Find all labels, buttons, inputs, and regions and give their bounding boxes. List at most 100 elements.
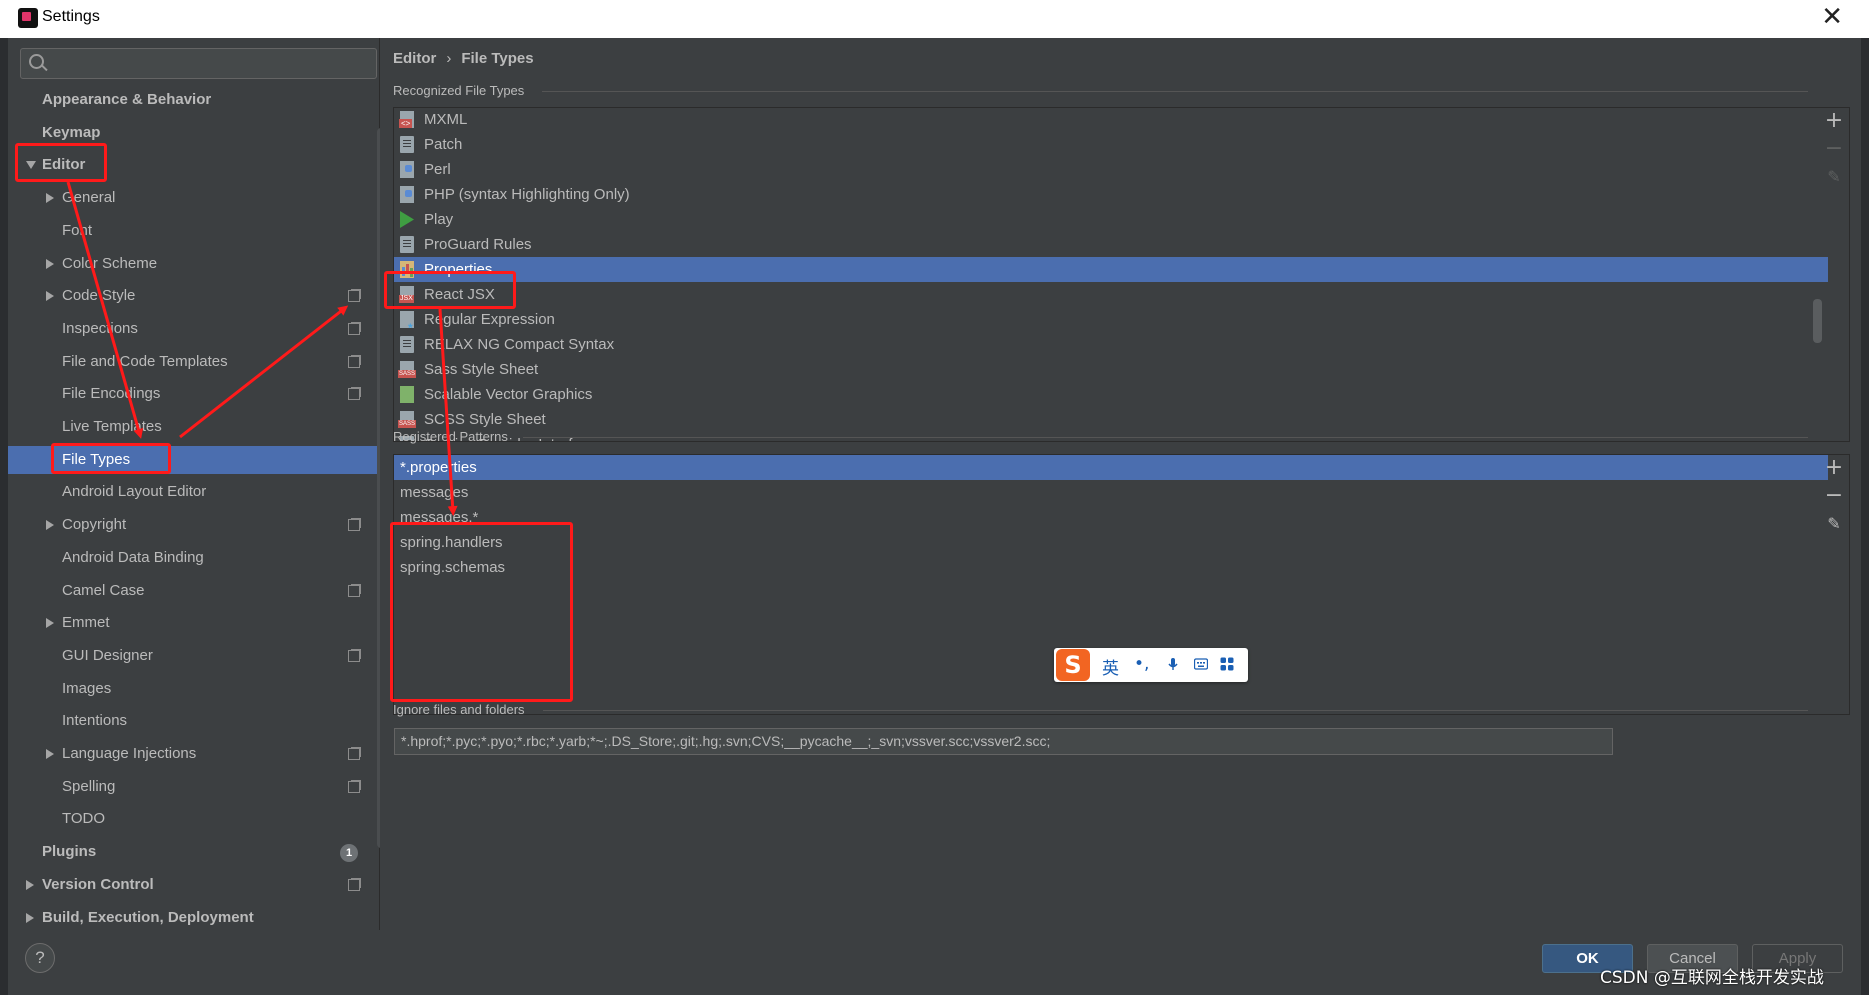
sidebar-item-label: Live Templates <box>62 418 162 435</box>
add-pattern-button[interactable]: + <box>1819 455 1849 481</box>
sidebar-item-inspections[interactable]: Inspections <box>8 315 379 343</box>
file-type-row[interactable]: PHP (syntax Highlighting Only) <box>394 182 1828 207</box>
chevron-right-icon[interactable] <box>46 618 54 629</box>
sidebar-item-images[interactable]: Images <box>8 675 379 703</box>
file-type-row[interactable]: ProGuard Rules <box>394 232 1828 257</box>
sidebar-item-font[interactable]: Font <box>8 217 379 245</box>
annotation-box-patterns <box>390 522 573 702</box>
sidebar-item-version-control[interactable]: Version Control <box>8 871 379 899</box>
file-type-label: PHP (syntax Highlighting Only) <box>424 186 630 203</box>
project-scope-icon <box>348 322 360 335</box>
pattern-label: messages <box>400 484 469 501</box>
chevron-right-icon[interactable] <box>46 749 54 759</box>
sidebar-item-plugins[interactable]: Plugins 1 <box>8 838 379 866</box>
xml-file-icon <box>399 111 414 128</box>
sidebar-item-camel-case[interactable]: Camel Case <box>8 577 379 605</box>
ime-language-toggle[interactable]: 英 <box>1102 654 1119 679</box>
sidebar-item-general[interactable]: General <box>8 184 379 212</box>
chevron-right-icon[interactable] <box>46 258 54 269</box>
project-scope-icon <box>348 355 360 368</box>
sidebar-item-live-templates[interactable]: Live Templates <box>8 413 379 441</box>
sidebar-item-intentions[interactable]: Intentions <box>8 707 379 735</box>
file-type-row[interactable]: React JSX <box>394 282 1828 307</box>
sidebar-item-file-encodings[interactable]: File Encodings <box>8 380 379 408</box>
file-type-row[interactable]: Patch <box>394 132 1828 157</box>
file-type-row[interactable]: Regular Expression <box>394 307 1828 341</box>
file-type-row[interactable]: Perl <box>394 157 1828 182</box>
chevron-right-icon[interactable] <box>46 520 54 531</box>
project-scope-icon <box>348 519 360 532</box>
chevron-right-icon[interactable] <box>26 879 34 890</box>
recognized-file-types-list[interactable]: MXML Patch Perl PHP (syntax Highlighting On… <box>394 108 1828 441</box>
file-type-row[interactable]: Play <box>394 207 1828 232</box>
sidebar-item-label: Android Data Binding <box>62 548 204 566</box>
dialog-footer: OK Cancel Apply <box>8 930 1861 995</box>
title-bar: Settings ✕ <box>0 0 1869 38</box>
sidebar-item-label: TODO <box>62 810 106 828</box>
keyboard-icon[interactable] <box>1194 657 1208 671</box>
sidebar-item-spelling[interactable]: Spelling <box>8 773 379 801</box>
sidebar-item-label: Camel Case <box>62 581 145 599</box>
project-scope-icon <box>348 878 360 891</box>
edit-file-type-button[interactable]: ✎ <box>1819 164 1849 190</box>
ime-punctuation-toggle[interactable]: •, <box>1134 654 1149 674</box>
sidebar-item-color-scheme[interactable]: Color Scheme <box>8 250 379 278</box>
file-type-row[interactable]: Properties <box>394 257 1828 282</box>
chevron-right-icon[interactable] <box>46 291 54 302</box>
toolbox-grid-icon[interactable] <box>1220 657 1234 671</box>
doc-file-icon <box>400 336 414 353</box>
breadcrumb-parent[interactable]: Editor <box>393 50 436 67</box>
plugins-update-badge: 1 <box>340 844 358 863</box>
file-type-row[interactable]: Sass Style Sheet <box>394 357 1828 382</box>
recognized-scrollbar[interactable] <box>1813 299 1822 343</box>
close-icon[interactable]: ✕ <box>1821 2 1843 32</box>
pattern-row[interactable]: spring.schemas <box>394 555 1828 580</box>
remove-file-type-button[interactable]: − <box>1819 136 1849 162</box>
sidebar-item-android-data-binding[interactable]: Android Data Binding <box>8 544 379 572</box>
file-type-label: Sass Style Sheet <box>424 361 539 378</box>
annotation-box-file-types <box>51 443 171 474</box>
sidebar-item-todo[interactable]: TODO <box>8 805 379 833</box>
sogou-logo-icon[interactable]: S <box>1056 649 1090 681</box>
file-type-row[interactable]: MXML <box>394 108 1828 132</box>
sidebar-item-android-layout-editor[interactable]: Android Layout Editor <box>8 478 379 506</box>
search-input[interactable] <box>20 48 377 79</box>
chevron-right-icon[interactable] <box>46 193 54 204</box>
registered-patterns-title: Registered Patterns <box>393 429 508 444</box>
file-type-label: MXML <box>424 111 468 128</box>
help-button[interactable]: ? <box>25 943 55 973</box>
chevron-right-icon[interactable] <box>26 912 34 923</box>
file-type-row[interactable]: Scalable Vector Graphics <box>394 382 1828 407</box>
pattern-row[interactable]: spring.handlers <box>394 530 1828 555</box>
pattern-row[interactable]: messages <box>394 480 1828 505</box>
sidebar-item-build-execution-deployment[interactable]: Build, Execution, Deployment <box>8 904 379 932</box>
ime-toolbar[interactable]: S 英 •, <box>1054 648 1248 682</box>
pattern-row[interactable]: messages.* <box>394 505 1828 530</box>
sidebar-item-emmet[interactable]: Emmet <box>8 609 379 637</box>
ignore-files-input[interactable]: *.hprof;*.pyc;*.pyo;*.rbc;*.yarb;*~;.DS_… <box>394 728 1613 755</box>
sidebar-item-copyright[interactable]: Copyright <box>8 511 379 539</box>
sidebar-item-label: Android Layout Editor <box>62 483 207 501</box>
annotation-box-editor <box>15 143 107 182</box>
remove-pattern-button[interactable]: − <box>1819 483 1849 509</box>
sidebar-item-code-style[interactable]: Code Style <box>8 282 379 310</box>
file-type-row[interactable]: SCSS Style Sheet <box>394 407 1828 432</box>
regex-file-icon <box>400 311 414 341</box>
sidebar-item-label: Version Control <box>42 875 154 893</box>
sidebar-item-file-and-code-templates[interactable]: File and Code Templates <box>8 348 379 376</box>
sidebar-item-label: Copyright <box>62 516 127 534</box>
microphone-icon[interactable] <box>1166 657 1180 671</box>
file-type-row[interactable]: RELAX NG Compact Syntax <box>394 332 1828 357</box>
patterns-divider <box>523 437 1808 438</box>
svg-file-icon <box>400 386 414 403</box>
sidebar-item-appearance-behavior[interactable]: Appearance & Behavior <box>8 86 379 114</box>
sidebar-item-gui-designer[interactable]: GUI Designer <box>8 642 379 670</box>
sidebar-item-label: Font <box>62 221 93 239</box>
add-file-type-button[interactable]: + <box>1819 108 1849 134</box>
project-scope-icon <box>348 748 360 760</box>
annotation-box-properties <box>384 271 516 309</box>
pattern-row[interactable]: *.properties <box>394 455 1828 480</box>
sidebar-item-language-injections[interactable]: Language Injections <box>8 740 379 768</box>
breadcrumb-separator: › <box>446 50 452 67</box>
edit-pattern-button[interactable]: ✎ <box>1819 511 1849 537</box>
